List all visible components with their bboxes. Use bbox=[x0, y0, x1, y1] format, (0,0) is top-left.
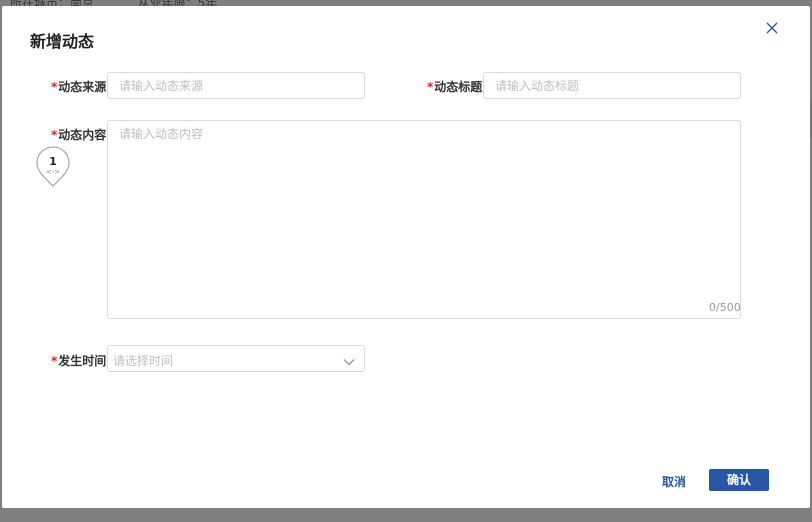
add-news-dialog: 新增动态 *动态来源 *动态标题 *动态内容 0/500 1 <-> *发生时间… bbox=[2, 6, 810, 508]
required-mark: * bbox=[51, 80, 58, 94]
time-label: *发生时间 bbox=[51, 354, 107, 368]
close-icon[interactable] bbox=[764, 20, 780, 36]
chevron-down-icon bbox=[343, 355, 355, 369]
cancel-button[interactable]: 取消 bbox=[656, 472, 692, 492]
step-marker: 1 <-> bbox=[36, 146, 70, 188]
content-label: *动态内容 bbox=[51, 128, 107, 142]
source-label: *动态来源 bbox=[51, 80, 107, 94]
source-input[interactable] bbox=[107, 72, 365, 99]
required-mark: * bbox=[427, 80, 434, 94]
time-select[interactable]: 请选择时间 bbox=[107, 345, 365, 372]
content-textarea[interactable] bbox=[107, 120, 741, 319]
confirm-button[interactable]: 确认 bbox=[709, 469, 769, 491]
step-link-icon: <-> bbox=[45, 168, 61, 176]
char-counter: 0/500 bbox=[709, 301, 741, 314]
time-placeholder: 请选择时间 bbox=[113, 354, 174, 368]
title-label: *动态标题 bbox=[427, 80, 483, 94]
required-mark: * bbox=[51, 354, 58, 368]
dialog-title: 新增动态 bbox=[30, 32, 95, 51]
required-mark: * bbox=[51, 128, 58, 142]
step-number: 1 bbox=[49, 155, 57, 168]
title-input[interactable] bbox=[483, 72, 741, 99]
